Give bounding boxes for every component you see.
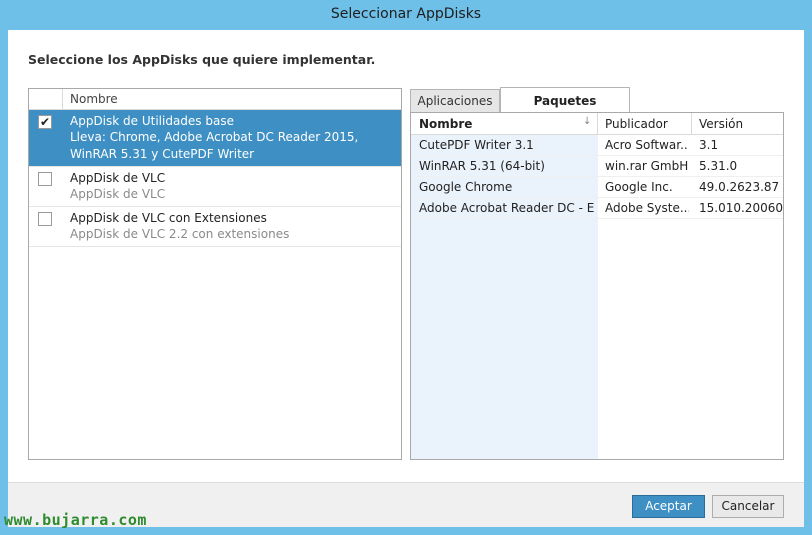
item-text: AppDisk de Utilidades base Lleva: Chrome,… [70, 110, 401, 166]
sort-arrow-icon: ↓ [583, 116, 592, 127]
instruction-heading: Seleccione los AppDisks que quiere imple… [28, 52, 376, 67]
cell-name: WinRAR 5.31 (64-bit) [419, 159, 545, 173]
cell-publisher: win.rar GmbH [605, 159, 689, 173]
checkbox-column-header[interactable] [29, 89, 63, 109]
cell-publisher: Acro Softwar... [605, 138, 689, 152]
packages-table-header: Nombre ↓ Publicador Versión [411, 113, 783, 135]
cell-version: 5.31.0 [699, 159, 738, 173]
table-row[interactable]: Adobe Acrobat Reader DC - E... Adobe Syst… [411, 198, 783, 219]
list-item[interactable]: ✔ AppDisk de Utilidades base Lleva: Chrome… [29, 110, 401, 167]
item-text: AppDisk de VLC AppDisk de VLC [70, 167, 401, 206]
item-checkbox[interactable] [38, 212, 52, 226]
name-column-header[interactable]: Nombre [70, 92, 118, 106]
item-text: AppDisk de VLC con Extensiones AppDisk de… [70, 207, 401, 246]
item-checkbox[interactable]: ✔ [38, 115, 52, 129]
dialog-body: Seleccione los AppDisks que quiere imple… [8, 30, 804, 527]
item-title: AppDisk de VLC [70, 171, 166, 185]
tab-installed-packages[interactable]: Paquetes instalados [500, 87, 630, 134]
cell-publisher: Google Inc. [605, 180, 673, 194]
item-description: AppDisk de VLC [70, 187, 166, 201]
header-publisher[interactable]: Publicador [605, 117, 689, 131]
cell-name: Google Chrome [419, 180, 513, 194]
table-row[interactable]: CutePDF Writer 3.1 Acro Softwar... 3.1 [411, 135, 783, 156]
watermark-text: www.bujarra.com [4, 511, 147, 529]
item-title: AppDisk de VLC con Extensiones [70, 211, 267, 225]
item-description: Lleva: Chrome, Adobe Acrobat DC Reader 2… [70, 130, 359, 161]
list-item[interactable]: AppDisk de VLC AppDisk de VLC [29, 167, 401, 207]
header-name[interactable]: Nombre [419, 117, 595, 131]
item-title: AppDisk de Utilidades base [70, 114, 234, 128]
table-row[interactable]: WinRAR 5.31 (64-bit) win.rar GmbH 5.31.0 [411, 156, 783, 177]
list-item[interactable]: AppDisk de VLC con Extensiones AppDisk de… [29, 207, 401, 247]
list-column-header: Nombre [29, 89, 401, 110]
column-divider[interactable] [597, 113, 598, 134]
cell-name: Adobe Acrobat Reader DC - E... [419, 201, 595, 215]
table-row[interactable]: Google Chrome Google Inc. 49.0.2623.87 [411, 177, 783, 198]
cell-version: 49.0.2623.87 [699, 180, 780, 194]
cell-version: 15.010.20060 [699, 201, 783, 215]
appdisk-list: Nombre ✔ AppDisk de Utilidades base Lleva:… [28, 88, 402, 460]
packages-table: Nombre ↓ Publicador Versión CutePDF Writ… [410, 112, 784, 460]
column-divider[interactable] [691, 113, 692, 134]
cell-version: 3.1 [699, 138, 719, 152]
window-titlebar: Seleccionar AppDisks [0, 0, 812, 30]
cell-publisher: Adobe Syste... [605, 201, 689, 215]
header-version[interactable]: Versión [699, 117, 783, 131]
tab-applications[interactable]: Aplicaciones [410, 89, 500, 112]
cancel-button[interactable]: Cancelar [712, 495, 784, 518]
window-title: Seleccionar AppDisks [330, 6, 482, 22]
cell-name: CutePDF Writer 3.1 [419, 138, 534, 152]
accept-button[interactable]: Aceptar [632, 495, 705, 518]
item-checkbox[interactable] [38, 172, 52, 186]
item-description: AppDisk de VLC 2.2 con extensiones [70, 227, 290, 241]
